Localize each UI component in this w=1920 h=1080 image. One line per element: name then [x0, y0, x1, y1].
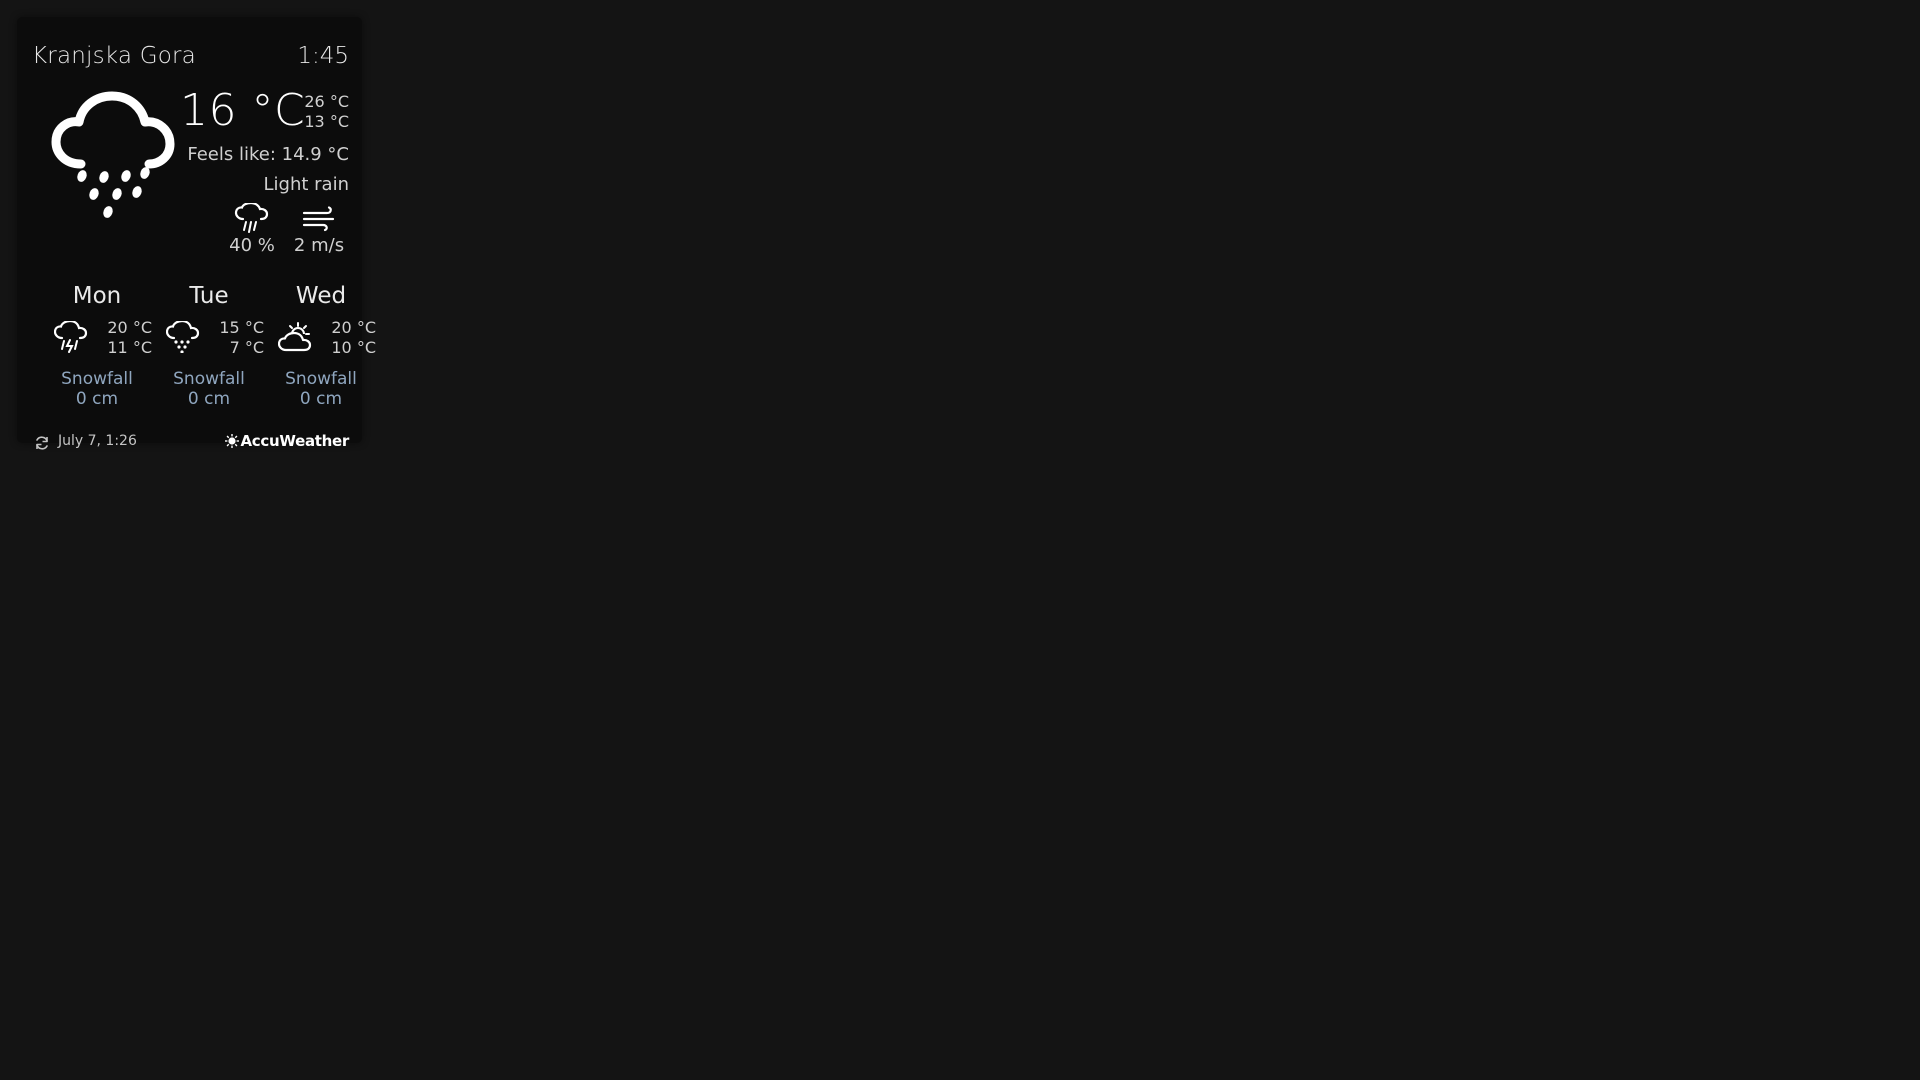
- today-high-low: 26 °C 13 °C: [304, 92, 349, 132]
- cloud-thunderstorm-icon: [54, 321, 88, 353]
- snowfall-value: 0 cm: [75, 389, 119, 409]
- provider-logo[interactable]: AccuWeather: [224, 432, 350, 450]
- today-low: 13 °C: [304, 112, 349, 131]
- forecast-high: 15 °C: [219, 318, 264, 337]
- forecast-day-name: Wed: [295, 283, 347, 309]
- snowfall-label: Snowfall: [173, 369, 245, 389]
- snowfall-value: 0 cm: [187, 389, 231, 409]
- forecast-day-name: Mon: [72, 283, 122, 309]
- current-temperature: 16 °C: [180, 85, 306, 136]
- location-name: Kranjska Gora: [32, 43, 196, 69]
- feels-like: Feels like: 14.9 °C: [187, 144, 349, 165]
- forecast-day: Mon 20 °C 11 °C Snowfall 0 cm: [42, 283, 152, 409]
- snowfall-label: Snowfall: [285, 369, 357, 389]
- forecast-day: Tue 15 °C 7 °C Snowfall 0 cm: [154, 283, 264, 409]
- provider-name: AccuWeather: [240, 432, 350, 450]
- sun-logo-icon: [224, 434, 239, 448]
- cloud-rain-icon: [166, 321, 200, 353]
- snowfall-value: 0 cm: [299, 389, 343, 409]
- last-updated: July 7, 1:26: [58, 433, 137, 449]
- condition-text: Light rain: [263, 174, 349, 195]
- wind-value: 2 m/s: [293, 235, 345, 256]
- weather-widget: Kranjska Gora 1:45 16 °C 26 °C 13 °C Fee…: [17, 17, 376, 450]
- today-high: 26 °C: [304, 92, 349, 111]
- umbrella-rain-icon: [234, 203, 269, 233]
- forecast-high: 20 °C: [107, 318, 152, 337]
- precipitation-value: 40 %: [229, 235, 275, 256]
- forecast-low: 11 °C: [107, 338, 152, 357]
- snowfall-label: Snowfall: [61, 369, 133, 389]
- cloud-rain-icon: [51, 91, 175, 218]
- partly-cloudy-icon: [278, 322, 312, 352]
- forecast-low: 10 °C: [331, 338, 376, 357]
- precipitation-stat: 40 %: [220, 203, 284, 256]
- forecast-day-name: Tue: [189, 283, 229, 309]
- refresh-icon[interactable]: [34, 435, 50, 451]
- wind-icon: [302, 206, 335, 232]
- wind-stat: 2 m/s: [287, 203, 351, 256]
- clock-time: 1:45: [297, 43, 349, 69]
- forecast-day: Wed 20 °C 10 °C Snowfall 0 cm: [266, 283, 376, 409]
- forecast-low: 7 °C: [229, 338, 264, 357]
- forecast-high: 20 °C: [331, 318, 376, 337]
